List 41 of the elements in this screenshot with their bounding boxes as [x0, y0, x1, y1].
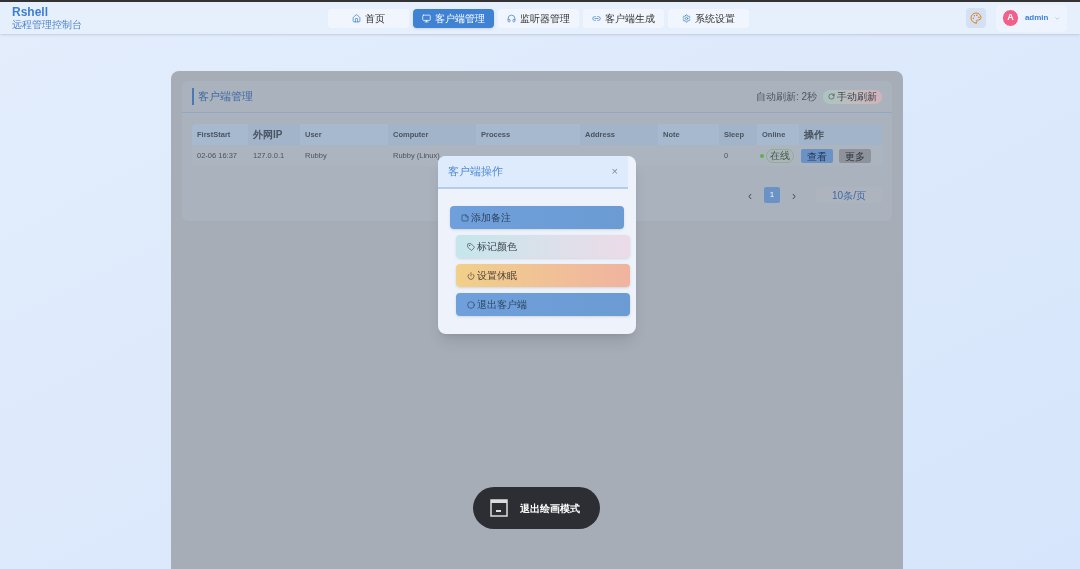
dialog-title: 客户端操作	[448, 164, 503, 180]
nav-tab[interactable]: 首页	[328, 8, 409, 28]
nav-tab[interactable]: 客户端管理	[413, 8, 494, 28]
dialog-action-button[interactable]: 标记颜色	[456, 235, 630, 258]
user-menu[interactable]: A admin	[996, 4, 1067, 32]
dialog-action-button[interactable]: 设置休眠	[456, 264, 630, 287]
brand-title: Rshell	[12, 5, 49, 19]
auto-refresh-label: 自动刷新: 2秒	[755, 90, 817, 104]
nav-tab[interactable]: 系统设置	[668, 8, 749, 28]
theme-button[interactable]	[966, 8, 986, 28]
brand-subtitle: 远程管理控制台	[12, 18, 83, 31]
column-header: 外网IP	[252, 128, 284, 142]
refresh-button[interactable]: 手动刷新	[823, 89, 882, 104]
toast-label: 退出绘画模式	[520, 501, 580, 516]
circle-icon	[467, 300, 475, 309]
close-button[interactable]: ×	[611, 163, 618, 180]
window-icon	[490, 499, 508, 517]
power-icon	[467, 271, 475, 280]
column-header: 操作	[803, 128, 825, 142]
dialog-action-button[interactable]: 添加备注	[450, 206, 624, 229]
nav-tab[interactable]: 客户端生成	[583, 8, 664, 28]
home-icon	[352, 13, 361, 23]
next-page-button[interactable]: ›	[786, 187, 802, 203]
dialog-action-button[interactable]: 退出客户端	[456, 293, 630, 316]
link-icon	[592, 13, 601, 23]
chevron-icon	[1054, 14, 1061, 22]
monitor-icon	[422, 13, 431, 23]
view-button[interactable]: 查看	[801, 148, 833, 163]
headphones-icon	[507, 13, 516, 23]
more-button[interactable]: 更多	[839, 148, 871, 163]
user-name: admin	[1024, 12, 1049, 24]
settings-icon	[682, 13, 691, 23]
tag-icon	[467, 242, 475, 251]
refresh-icon	[828, 93, 835, 100]
note-icon	[461, 213, 469, 222]
palette-icon	[970, 12, 982, 24]
nav-tab[interactable]: 监听器管理	[498, 8, 579, 28]
user-avatar: A	[1002, 9, 1019, 27]
page-button[interactable]: 1	[764, 187, 780, 203]
prev-page-button[interactable]: ‹	[742, 187, 758, 203]
panel-title: 客户端管理	[192, 88, 253, 105]
